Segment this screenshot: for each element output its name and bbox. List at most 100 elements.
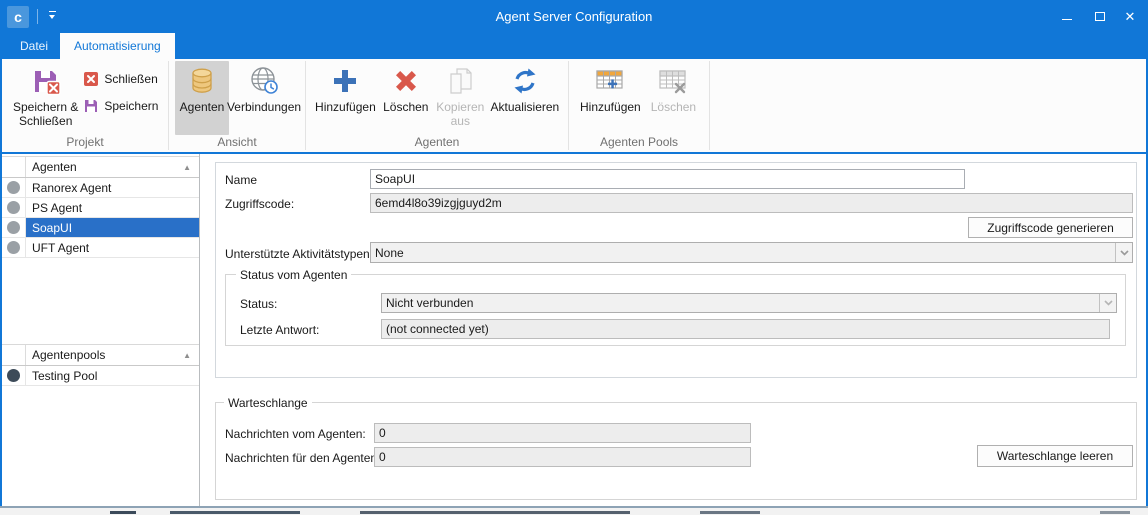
button-label: Speichern bbox=[104, 99, 158, 113]
background-window-fragment bbox=[1100, 511, 1130, 514]
close-red-icon bbox=[83, 71, 99, 87]
activity-types-label: Unterstützte Aktivitätstypen: bbox=[225, 247, 373, 261]
button-label: Löschen bbox=[651, 100, 696, 114]
agent-name: UFT Agent bbox=[26, 238, 199, 257]
button-label: Hinzufügen bbox=[315, 100, 376, 114]
left-panel: Agenten ▲ Ranorex Agent PS Agent SoapUI … bbox=[2, 154, 200, 506]
group-label: Agenten Pools bbox=[569, 135, 709, 152]
maximize-icon bbox=[1095, 12, 1105, 21]
button-label: Schließen bbox=[104, 72, 157, 86]
button-label: Kopieren bbox=[436, 100, 484, 114]
maximize-button[interactable] bbox=[1085, 0, 1115, 33]
title-bar: c Agent Server Configuration ✕ bbox=[0, 0, 1148, 33]
ribbon-tab-row: Datei Automatisierung bbox=[0, 33, 1148, 59]
pools-grid-header[interactable]: Agentenpools ▲ bbox=[2, 344, 199, 366]
delete-pool-button: Löschen bbox=[646, 61, 701, 116]
agent-status-dot bbox=[7, 201, 20, 214]
add-agent-button[interactable]: Hinzufügen bbox=[312, 61, 379, 116]
add-pool-button[interactable]: Hinzufügen bbox=[575, 61, 646, 116]
refresh-icon bbox=[509, 65, 541, 97]
plus-icon bbox=[329, 65, 361, 97]
button-label: Schließen bbox=[19, 114, 72, 128]
messages-from-field: 0 bbox=[374, 423, 751, 443]
close-icon: ✕ bbox=[1125, 10, 1136, 23]
name-label: Name bbox=[225, 173, 257, 187]
agents-view-button[interactable]: Agenten bbox=[175, 61, 229, 135]
chevron-down-icon[interactable] bbox=[1115, 243, 1132, 262]
close-project-button[interactable]: Schließen bbox=[83, 68, 158, 90]
group-label: Projekt bbox=[2, 135, 168, 152]
ribbon-group-agenten: Hinzufügen Löschen Kopie bbox=[306, 59, 568, 152]
name-input[interactable]: SoapUI bbox=[370, 169, 965, 189]
sort-ascending-icon: ▲ bbox=[183, 163, 191, 172]
save-button[interactable]: Speichern bbox=[83, 95, 158, 117]
pools-header-label: Agentenpools bbox=[32, 348, 105, 362]
agent-status-dot bbox=[7, 241, 20, 254]
ribbon-group-agenten-pools: Hinzufügen Löschen Agenten Pools bbox=[569, 59, 709, 152]
agents-header-label: Agenten bbox=[32, 160, 77, 174]
background-window-fragment bbox=[110, 511, 136, 514]
activity-types-dropdown[interactable]: None bbox=[370, 242, 1133, 263]
pool-status-dot bbox=[7, 369, 20, 382]
minimize-icon bbox=[1062, 19, 1072, 21]
agent-name: Ranorex Agent bbox=[26, 178, 199, 197]
generate-accesscode-button[interactable]: Zugriffscode generieren bbox=[968, 217, 1133, 238]
activity-types-value: None bbox=[371, 246, 1115, 260]
minimize-button[interactable] bbox=[1052, 0, 1082, 33]
button-label: Speichern & bbox=[13, 100, 78, 114]
button-label: Aktualisieren bbox=[491, 100, 560, 114]
delete-agent-button[interactable]: Löschen bbox=[379, 61, 433, 116]
background-window-fragment bbox=[700, 511, 760, 514]
clear-queue-button[interactable]: Warteschlange leeren bbox=[977, 445, 1133, 467]
ribbon-separator bbox=[709, 61, 710, 150]
status-column-header bbox=[2, 345, 26, 365]
tab-automatisierung[interactable]: Automatisierung bbox=[60, 33, 175, 59]
agent-row-ranorex[interactable]: Ranorex Agent bbox=[2, 178, 199, 198]
group-label: Ansicht bbox=[169, 135, 305, 152]
table-add-icon bbox=[594, 65, 626, 97]
agent-name: PS Agent bbox=[26, 198, 199, 217]
accesscode-label: Zugriffscode: bbox=[225, 197, 294, 211]
agents-grid: Agenten ▲ Ranorex Agent PS Agent SoapUI … bbox=[2, 156, 199, 258]
button-label: Agenten bbox=[180, 100, 225, 114]
messages-for-label: Nachrichten für den Agenten: bbox=[225, 451, 380, 465]
pool-row-testing[interactable]: Testing Pool bbox=[2, 366, 199, 386]
group-label: Agenten bbox=[306, 135, 568, 152]
queue-groupbox-label: Warteschlange bbox=[224, 396, 312, 410]
close-button[interactable]: ✕ bbox=[1115, 0, 1145, 33]
pools-grid: Agentenpools ▲ Testing Pool bbox=[2, 344, 199, 386]
pool-name: Testing Pool bbox=[26, 366, 199, 385]
button-label: Verbindungen bbox=[227, 100, 301, 114]
agent-row-uft[interactable]: UFT Agent bbox=[2, 238, 199, 258]
delete-x-icon bbox=[390, 65, 422, 97]
save-close-icon bbox=[30, 65, 62, 97]
background-window-fragment bbox=[360, 511, 630, 514]
globe-icon bbox=[248, 65, 280, 97]
window-title: Agent Server Configuration bbox=[0, 0, 1148, 33]
status-column-header bbox=[2, 157, 26, 177]
agent-status-dot bbox=[7, 221, 20, 234]
connections-view-button[interactable]: Verbindungen bbox=[229, 61, 299, 116]
refresh-button[interactable]: Aktualisieren bbox=[488, 61, 562, 116]
button-label: Hinzufügen bbox=[580, 100, 641, 114]
ribbon-group-ansicht: Agenten Verbindungen Ansicht bbox=[169, 59, 305, 152]
agents-grid-header[interactable]: Agenten ▲ bbox=[2, 156, 199, 178]
background-window-fragment bbox=[170, 511, 300, 514]
save-and-close-button[interactable]: Speichern & Schließen bbox=[8, 61, 83, 130]
status-value: Nicht verbunden bbox=[382, 296, 1099, 310]
agent-status-dot bbox=[7, 181, 20, 194]
accesscode-field: 6emd4l8o39izgjguyd2m bbox=[370, 193, 1133, 213]
agent-row-ps[interactable]: PS Agent bbox=[2, 198, 199, 218]
copy-icon bbox=[444, 65, 476, 97]
status-groupbox-label: Status vom Agenten bbox=[236, 268, 351, 282]
tab-datei[interactable]: Datei bbox=[6, 33, 62, 59]
table-delete-icon bbox=[657, 65, 689, 97]
agent-name: SoapUI bbox=[26, 218, 199, 237]
last-response-field: (not connected yet) bbox=[381, 319, 1110, 339]
agent-row-soapui[interactable]: SoapUI bbox=[2, 218, 199, 238]
copy-from-button: Kopieren aus bbox=[433, 61, 488, 130]
messages-from-label: Nachrichten vom Agenten: bbox=[225, 427, 366, 441]
ribbon-group-projekt: Speichern & Schließen Schließen bbox=[2, 59, 168, 152]
button-label: aus bbox=[451, 114, 470, 128]
background-window-sliver bbox=[0, 508, 1148, 515]
